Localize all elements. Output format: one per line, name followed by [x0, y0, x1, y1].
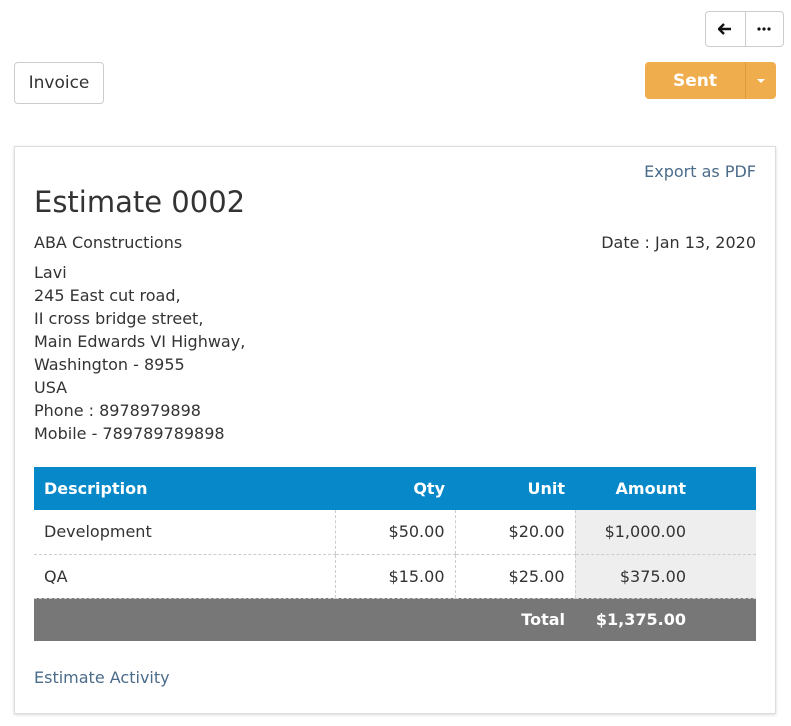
status-dropdown: Sent	[645, 62, 776, 99]
address-line: Main Edwards VI Highway,	[34, 332, 246, 351]
cell-description: QA	[34, 554, 335, 599]
address-line: Phone : 8978979898	[34, 401, 201, 420]
address-line: 245 East cut road,	[34, 286, 181, 305]
cell-description: Development	[34, 510, 335, 555]
estimate-activity-link[interactable]: Estimate Activity	[34, 668, 170, 687]
total-spacer	[335, 598, 455, 641]
total-value: $1,375.00	[575, 598, 756, 641]
back-button[interactable]	[706, 12, 745, 46]
cell-qty: $15.00	[334, 554, 455, 599]
estimate-card: Export as PDF Estimate 0002 ABA Construc…	[14, 146, 776, 714]
total-label: Total	[455, 598, 575, 641]
ellipsis-icon	[757, 27, 771, 31]
caret-down-icon	[757, 78, 765, 83]
header-action-group	[705, 11, 784, 47]
arrow-left-icon	[718, 23, 732, 35]
table-header-row: Description Qty Unit Amount	[34, 467, 756, 510]
invoice-button[interactable]: Invoice	[14, 62, 104, 104]
address-line: USA	[34, 378, 68, 397]
cell-unit: $20.00	[454, 510, 575, 555]
cell-qty: $50.00	[334, 510, 455, 555]
company-name: ABA Constructions	[34, 233, 183, 252]
total-row: Total $1,375.00	[34, 598, 756, 641]
estimate-title: Estimate 0002	[34, 185, 246, 219]
column-header-description: Description	[34, 467, 335, 510]
table-row: Development $50.00 $20.00 $1,000.00	[34, 510, 756, 555]
column-header-qty: Qty	[335, 467, 455, 510]
address-line: Lavi	[34, 263, 67, 282]
table-row: QA $15.00 $25.00 $375.00	[34, 554, 756, 599]
more-options-button[interactable]	[744, 12, 784, 46]
address-line: II cross bridge street,	[34, 309, 204, 328]
export-pdf-link[interactable]: Export as PDF	[644, 162, 756, 181]
client-address: Lavi 245 East cut road, II cross bridge …	[34, 261, 245, 445]
column-header-unit: Unit	[455, 467, 575, 510]
address-line: Washington - 8955	[34, 355, 185, 374]
status-button[interactable]: Sent	[645, 62, 745, 99]
status-caret-button[interactable]	[745, 62, 776, 99]
column-header-amount: Amount	[575, 467, 756, 510]
cell-unit: $25.00	[454, 554, 575, 599]
line-items-table: Description Qty Unit Amount Development …	[34, 467, 756, 641]
cell-amount: $1,000.00	[574, 510, 756, 555]
cell-amount: $375.00	[574, 554, 756, 599]
estimate-date: Date : Jan 13, 2020	[601, 233, 756, 252]
address-line: Mobile - 789789789898	[34, 424, 225, 443]
total-spacer	[34, 598, 335, 641]
